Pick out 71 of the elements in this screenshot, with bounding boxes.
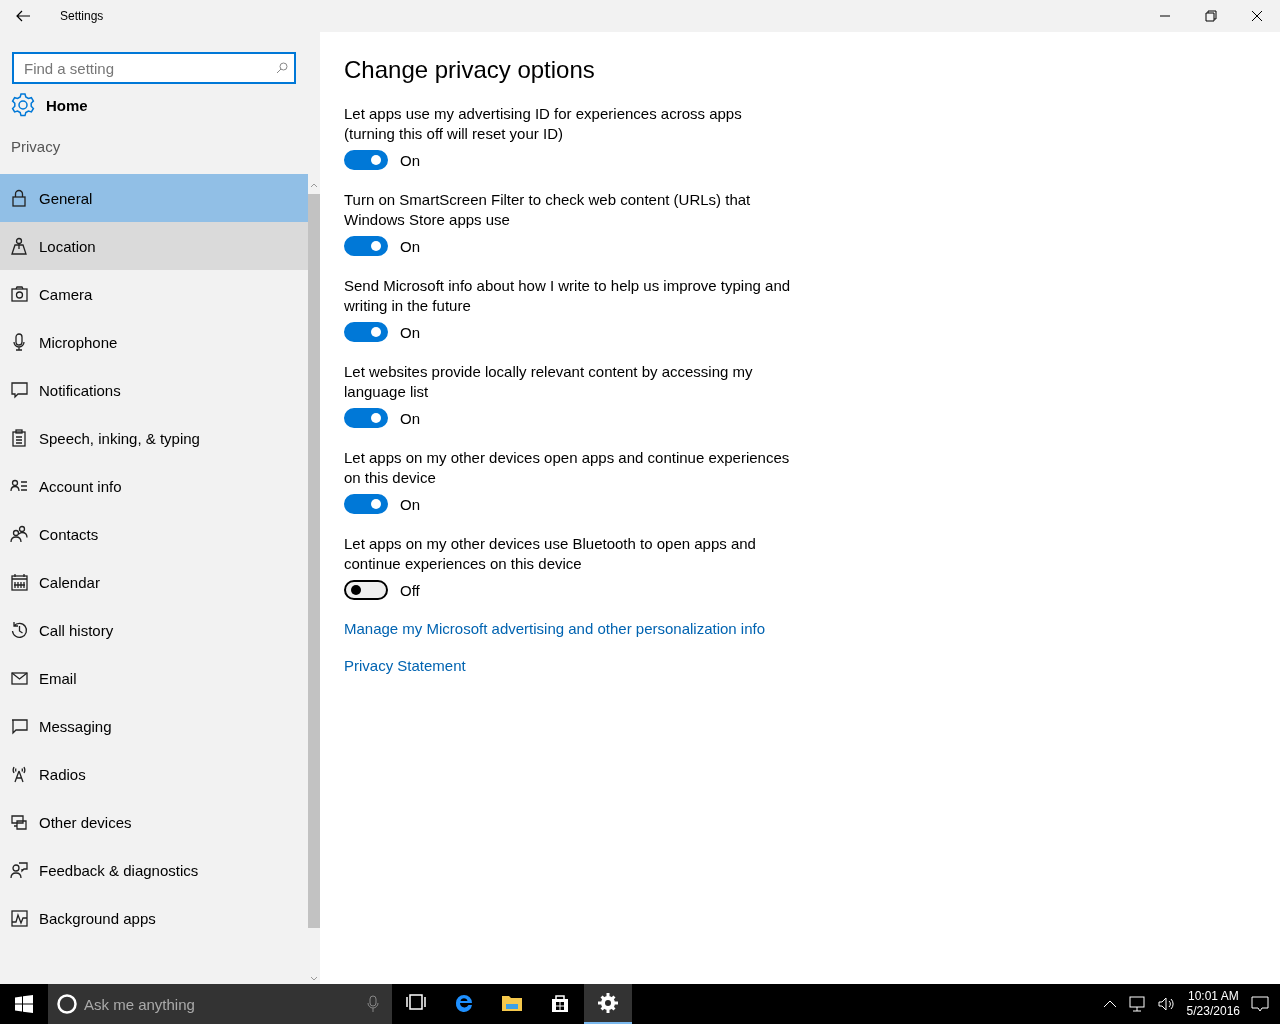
back-arrow-icon	[15, 8, 31, 24]
link[interactable]: Manage my Microsoft advertising and other personalization info	[344, 620, 766, 637]
toggle-state-label: On	[400, 409, 420, 427]
section-heading: Privacy	[11, 138, 62, 157]
microphone-icon	[366, 995, 380, 1013]
camera-icon	[10, 284, 29, 304]
clock[interactable]: 10:01 AM 5/23/2016	[1186, 989, 1240, 1019]
window-title: Settings	[60, 9, 104, 23]
sidebar-item[interactable]: Messaging	[0, 702, 308, 750]
network-icon	[1126, 995, 1147, 1013]
toggle-switch[interactable]	[344, 580, 388, 600]
sidebar-item[interactable]: Other devices	[0, 798, 308, 846]
chevron-up-icon	[1102, 999, 1117, 1009]
home-link[interactable]: Home	[10, 84, 88, 126]
sidebar-item[interactable]: Account info	[0, 462, 308, 510]
toggle-switch[interactable]	[344, 150, 388, 170]
gear-icon	[596, 991, 620, 1015]
gear-icon	[10, 92, 36, 118]
sidebar-item[interactable]: General	[0, 174, 308, 222]
setting-description: Send Microsoft info about how I write to help us improve typing and writing in the future	[344, 276, 792, 316]
speaker-icon	[1156, 995, 1177, 1013]
restore-icon	[1205, 10, 1217, 22]
history-icon	[10, 620, 29, 640]
toggle-switch[interactable]	[344, 408, 388, 428]
toggle-state-label: On	[400, 151, 420, 169]
close-icon	[1251, 10, 1263, 22]
feedback-person-icon	[10, 860, 29, 880]
activity-chart-icon	[10, 908, 29, 928]
sidebar-item[interactable]: Call history	[0, 606, 308, 654]
sidebar-item[interactable]: Notifications	[0, 366, 308, 414]
setting-description: Let apps on my other devices use Bluetooth to open apps and continue experiences on this device	[344, 534, 757, 574]
search-box[interactable]: Ask me anything	[48, 984, 392, 1024]
toggle-state-label: On	[400, 495, 420, 513]
person-pin-icon	[10, 236, 29, 256]
sidebar-item[interactable]: Calendar	[0, 558, 308, 606]
clipboard-icon	[10, 428, 29, 448]
sidebar-item[interactable]: Background apps	[0, 894, 308, 942]
scroll-down-icon[interactable]	[310, 976, 318, 982]
toggle-state-label: On	[400, 237, 420, 255]
search-field[interactable]: Find a setting	[12, 52, 296, 84]
devices-icon	[10, 812, 29, 832]
sidebar-item[interactable]: Radios	[0, 750, 308, 798]
windows-logo-icon	[15, 995, 33, 1013]
setting-description: Turn on SmartScreen Filter to check web content (URLs) that Windows Store apps use	[344, 190, 752, 230]
scroll-up-icon[interactable]	[310, 182, 318, 188]
toggle-switch[interactable]	[344, 236, 388, 256]
sidebar-item[interactable]: Email	[0, 654, 308, 702]
sidebar-item[interactable]: Feedback & diagnostics	[0, 846, 308, 894]
toggle-switch[interactable]	[344, 494, 388, 514]
toggle-state-label: On	[400, 323, 420, 341]
page-heading: Change privacy options	[344, 56, 596, 85]
setting-description: Let apps use my advertising ID for experiences across apps (turning this off will reset your ID)	[344, 104, 743, 144]
toggle-switch[interactable]	[344, 322, 388, 342]
sidebar-item[interactable]: Microphone	[0, 318, 308, 366]
link[interactable]: Privacy Statement	[344, 657, 466, 674]
lock-icon	[10, 188, 29, 208]
sidebar-item[interactable]: Camera	[0, 270, 308, 318]
search-icon	[276, 62, 288, 74]
notification-icon	[1250, 995, 1270, 1013]
setting-description: Let apps on my other devices open apps and continue experiences on this device	[344, 448, 791, 488]
taskbar-button[interactable]	[584, 984, 632, 1024]
scrollbar-thumb[interactable]	[308, 194, 320, 928]
speech-bubble-icon	[10, 380, 29, 400]
sidebar-item[interactable]: Contacts	[0, 510, 308, 558]
setting-description: Let websites provide locally relevant content by accessing my language list	[344, 362, 754, 402]
people-icon	[10, 524, 29, 544]
toggle-state-label: Off	[400, 581, 420, 599]
sidebar-item[interactable]: Speech, inking, & typing	[0, 414, 308, 462]
chat-bubble-icon	[10, 716, 29, 736]
calendar-icon	[10, 572, 29, 592]
sidebar-item[interactable]: Location	[0, 222, 308, 270]
